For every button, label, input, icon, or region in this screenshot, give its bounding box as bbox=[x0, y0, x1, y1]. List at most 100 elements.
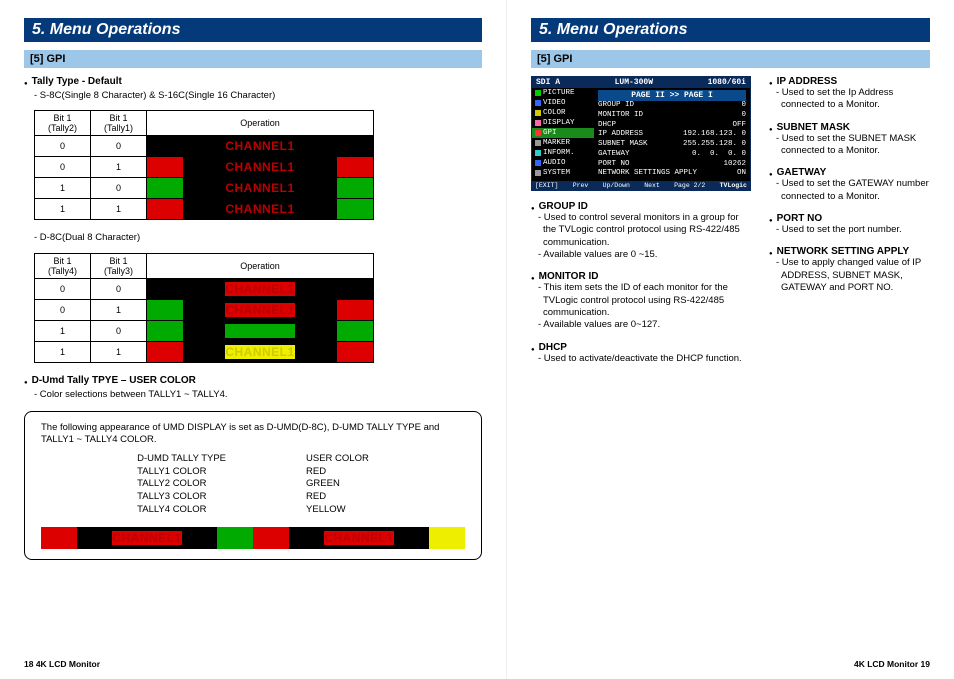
table-row: 1 1 CHANNEL1 bbox=[35, 341, 374, 362]
osd-row: DHCPOFF bbox=[598, 121, 746, 131]
definition-title: SUBNET MASK bbox=[777, 122, 850, 133]
tally-box bbox=[217, 527, 253, 549]
definition-line: - Used to set the Ip Address connected t… bbox=[769, 87, 930, 112]
osd-top: SDI A LUM-300W 1080/60i bbox=[532, 77, 750, 88]
osd-sdi: SDI A bbox=[536, 78, 560, 87]
osd-bottom-item: Prev bbox=[573, 182, 589, 189]
th-op: Operation bbox=[147, 111, 374, 136]
osd-side-item: PICTURE bbox=[532, 88, 594, 98]
channel-label: CHANNEL1 bbox=[225, 139, 294, 153]
info-row: TALLY2 COLOR bbox=[137, 478, 226, 491]
cell-b2: 1 bbox=[91, 299, 147, 320]
cell-b1: 1 bbox=[35, 320, 91, 341]
tally-left bbox=[147, 321, 183, 341]
osd-screenshot: SDI A LUM-300W 1080/60i PICTURE VIDEO CO… bbox=[531, 76, 751, 191]
osd-side-item: DISPLAY bbox=[532, 118, 594, 128]
osd-row: SUBNET MASK255.255.128. 0 bbox=[598, 140, 746, 150]
table-row: 0 1 CHANNEL1 bbox=[35, 157, 374, 178]
info-row: RED bbox=[306, 491, 369, 504]
cell-op: CHANNEL1 bbox=[147, 278, 374, 299]
channel-label: CHANNEL1 bbox=[225, 345, 294, 359]
osd-side-icon bbox=[535, 150, 541, 156]
info-row: RED bbox=[306, 466, 369, 479]
bullet-icon bbox=[769, 76, 773, 87]
cell-b2: 1 bbox=[91, 157, 147, 178]
channel-label: CHANNEL1 bbox=[225, 303, 294, 317]
title-bar-right: 5. Menu Operations bbox=[531, 18, 930, 42]
channel-label-box: CHANNEL1 bbox=[289, 527, 429, 549]
osd-body: PICTURE VIDEO COLOR DISPLAY GPI MARKER I… bbox=[532, 88, 750, 181]
channel-label: CHANNEL1 bbox=[225, 160, 294, 174]
channel-bar: CHANNEL1 bbox=[147, 136, 373, 156]
definition-line: - Used to set the GATEWAY number connect… bbox=[769, 178, 930, 203]
channel-bar: CHANNEL1 bbox=[147, 157, 373, 177]
osd-side-icon bbox=[535, 130, 541, 136]
osd-side-label: SYSTEM bbox=[543, 169, 570, 177]
osd-side-item: COLOR bbox=[532, 108, 594, 118]
osd-side-icon bbox=[535, 120, 541, 126]
tally-sub-s: - S-8C(Single 8 Character) & S-16C(Singl… bbox=[34, 90, 482, 102]
channel-label: CHANNEL1 bbox=[225, 202, 294, 216]
osd-side-item: AUDIO bbox=[532, 158, 594, 168]
bullet-icon bbox=[531, 271, 535, 282]
right-col-left: SDI A LUM-300W 1080/60i PICTURE VIDEO CO… bbox=[531, 76, 751, 375]
osd-side-label: PICTURE bbox=[543, 89, 575, 97]
info-row: USER COLOR bbox=[306, 453, 369, 466]
section-bar-right: [5] GPI bbox=[531, 50, 930, 68]
tally-heading-text: Tally Type - Default bbox=[32, 76, 122, 87]
tally-left bbox=[147, 136, 183, 156]
footer-left: 18 4K LCD Monitor bbox=[24, 659, 100, 669]
cell-b1: 0 bbox=[35, 299, 91, 320]
osd-bottom: [EXIT]PrevUp/DownNextPage 2/2TVLogic bbox=[532, 181, 750, 190]
tally-box bbox=[41, 527, 77, 549]
th-b1: Bit 1 (Tally2) bbox=[35, 111, 91, 136]
channel-label-box: CHANNEL1 bbox=[183, 321, 337, 341]
osd-bottom-item: Next bbox=[644, 182, 660, 189]
osd-page-row: PAGE II >> PAGE I bbox=[598, 90, 746, 101]
cell-b1: 0 bbox=[35, 278, 91, 299]
bullet-icon bbox=[769, 213, 773, 224]
definition-line: - Available values are 0 ~15. bbox=[531, 249, 751, 261]
tally-box bbox=[253, 527, 289, 549]
definition-item: MONITOR ID - This item sets the ID of ea… bbox=[531, 271, 751, 331]
th-b1: Bit 1 (Tally4) bbox=[35, 253, 91, 278]
footer-right: 4K LCD Monitor 19 bbox=[854, 659, 930, 669]
right-col-right: IP ADDRESS - Used to set the Ip Address … bbox=[769, 76, 930, 375]
cell-b2: 0 bbox=[91, 320, 147, 341]
info-row: TALLY3 COLOR bbox=[137, 491, 226, 504]
tally-right bbox=[337, 279, 373, 299]
tally-left bbox=[147, 300, 183, 320]
channel-bar: CHANNEL1 bbox=[147, 279, 373, 299]
definition-title: GROUP ID bbox=[539, 201, 588, 212]
tally-right bbox=[337, 342, 373, 362]
cell-b1: 0 bbox=[35, 136, 91, 157]
th-op: Operation bbox=[147, 253, 374, 278]
osd-side-label: MARKER bbox=[543, 139, 570, 147]
info-row: TALLY1 COLOR bbox=[137, 466, 226, 479]
osd-side-icon bbox=[535, 100, 541, 106]
channel-label-box: CHANNEL1 bbox=[77, 527, 217, 549]
table-row: 1 1 CHANNEL1 bbox=[35, 199, 374, 220]
cell-op: CHANNEL1 bbox=[147, 341, 374, 362]
osd-bottom-item: TVLogic bbox=[720, 182, 747, 189]
th-b2: Bit 1 (Tally3) bbox=[91, 253, 147, 278]
channel-bar: CHANNEL1 bbox=[147, 321, 373, 341]
osd-side-icon bbox=[535, 90, 541, 96]
osd-rows: GROUP ID0MONITOR ID0DHCPOFFIP ADDRESS192… bbox=[598, 101, 746, 179]
definition-item: IP ADDRESS - Used to set the Ip Address … bbox=[769, 76, 930, 112]
info-row: YELLOW bbox=[306, 504, 369, 517]
definition-item: SUBNET MASK - Used to set the SUBNET MAS… bbox=[769, 122, 930, 158]
osd-bottom-item: [EXIT] bbox=[535, 182, 558, 189]
cell-b1: 0 bbox=[35, 157, 91, 178]
cell-b1: 1 bbox=[35, 178, 91, 199]
big-channel-bar: CHANNEL1 CHANNEL1 bbox=[41, 527, 465, 549]
tally-left bbox=[147, 178, 183, 198]
definition-item: DHCP - Used to activate/deactivate the D… bbox=[531, 342, 751, 365]
cell-b1: 1 bbox=[35, 341, 91, 362]
channel-label: CHANNEL1 bbox=[225, 282, 294, 296]
definition-line: - Used to set the SUBNET MASK connected … bbox=[769, 133, 930, 158]
definition-item: GAETWAY - Used to set the GATEWAY number… bbox=[769, 167, 930, 203]
definition-item: GROUP ID - Used to control several monit… bbox=[531, 201, 751, 261]
bullet-icon bbox=[769, 246, 773, 257]
definition-line: - Available values are 0~127. bbox=[531, 319, 751, 331]
